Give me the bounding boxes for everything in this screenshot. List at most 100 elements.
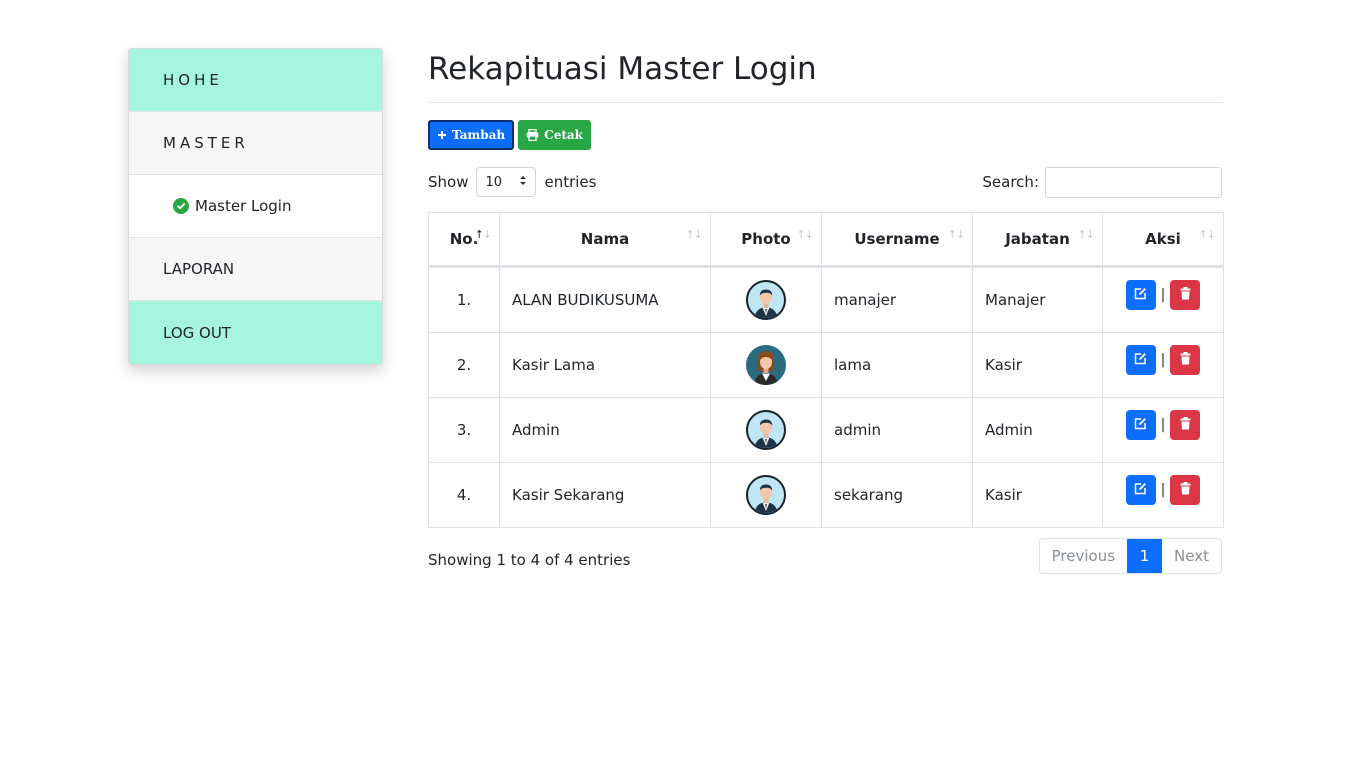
printer-icon: [526, 129, 539, 141]
cell-username: sekarang: [821, 462, 973, 528]
table-row: 2. Kasir Lama lama Kasir |: [428, 332, 1224, 398]
table-row: 1. ALAN BUDIKUSUMA manajer Manajer |: [428, 266, 1224, 333]
previous-button[interactable]: Previous: [1040, 539, 1127, 573]
sort-icon: ↑↓: [796, 228, 814, 241]
cell-username: admin: [821, 397, 973, 463]
edit-icon: [1134, 286, 1147, 304]
female-avatar-icon: [746, 345, 786, 385]
entries-select[interactable]: 10: [476, 167, 537, 197]
edit-button[interactable]: [1125, 280, 1156, 310]
cell-no: 2.: [428, 332, 500, 398]
trash-icon: [1180, 286, 1191, 304]
sidebar-item-home[interactable]: HOHE: [129, 49, 382, 112]
cell-aksi: |: [1102, 266, 1224, 333]
cell-aksi: |: [1102, 397, 1224, 463]
table-header-row: No. ↑↓ Nama ↑↓ Photo ↑↓ Username ↑↓ Jabatan ↑…: [428, 212, 1224, 268]
trash-icon: [1180, 481, 1191, 499]
sort-icon: ↑↓: [685, 228, 703, 241]
column-header-label: Nama: [580, 230, 630, 248]
trash-icon: [1180, 351, 1191, 369]
edit-button[interactable]: [1125, 475, 1156, 505]
entries-select-value: 10: [485, 174, 503, 190]
column-header-jabatan[interactable]: Jabatan ↑↓: [972, 212, 1103, 268]
cell-username: lama: [821, 332, 973, 398]
print-button[interactable]: Cetak: [518, 120, 591, 150]
male-avatar-icon: [746, 410, 786, 450]
page-title: Rekapituasi Master Login: [428, 51, 817, 87]
cell-aksi: |: [1102, 332, 1224, 398]
row-actions: |: [1115, 475, 1211, 505]
table-controls: Show 10 entries Search:: [428, 166, 1222, 198]
action-separator: |: [1160, 287, 1166, 303]
cell-no: 3.: [428, 397, 500, 463]
column-header-username[interactable]: Username ↑↓: [821, 212, 973, 268]
check-circle-icon: [173, 198, 189, 214]
column-header-aksi[interactable]: Aksi ↑↓: [1102, 212, 1224, 268]
main-content: Rekapituasi Master Login Tambah Cetak Sh…: [428, 48, 1224, 574]
cell-jabatan: Kasir: [972, 462, 1103, 528]
entries-label: entries: [544, 173, 597, 191]
length-control: Show 10 entries: [428, 167, 596, 197]
delete-button[interactable]: [1170, 280, 1201, 310]
trash-icon: [1180, 416, 1191, 434]
cell-photo: [710, 397, 822, 463]
sidebar-item-master-login[interactable]: Master Login: [129, 175, 382, 238]
next-button[interactable]: Next: [1162, 539, 1221, 573]
add-button[interactable]: Tambah: [428, 120, 515, 150]
delete-button[interactable]: [1170, 345, 1201, 375]
male-avatar-icon: [746, 280, 786, 320]
cell-photo: [710, 266, 822, 333]
add-button-label: Tambah: [452, 128, 506, 142]
cell-aksi: |: [1102, 462, 1224, 528]
sidebar-item-master[interactable]: MASTER: [129, 112, 382, 175]
column-header-label: Aksi: [1145, 230, 1181, 248]
action-separator: |: [1160, 417, 1166, 433]
sort-icon: ↑↓: [1198, 228, 1216, 241]
search-input[interactable]: [1045, 166, 1222, 198]
edit-icon: [1134, 416, 1147, 434]
sidebar-item-label: LAPORAN: [163, 260, 235, 278]
cell-photo: [710, 462, 822, 528]
row-actions: |: [1115, 345, 1211, 375]
sidebar-item-label: LOG OUT: [163, 323, 231, 342]
cell-photo: [710, 332, 822, 398]
column-header-label: Jabatan: [1005, 230, 1070, 248]
pagination: Previous 1 Next: [1038, 538, 1222, 574]
delete-button[interactable]: [1170, 475, 1201, 505]
show-label: Show: [428, 173, 469, 191]
column-header-label: Photo: [741, 230, 791, 248]
page-button-current[interactable]: 1: [1127, 539, 1163, 573]
table-info: Showing 1 to 4 of 4 entries: [428, 551, 631, 569]
edit-icon: [1134, 481, 1147, 499]
edit-button[interactable]: [1125, 345, 1156, 375]
sidebar-item-label: MASTER: [163, 134, 249, 152]
table-footer: Showing 1 to 4 of 4 entries Previous 1 N…: [428, 538, 1222, 574]
sidebar-item-logout[interactable]: LOG OUT: [129, 301, 382, 364]
column-header-no[interactable]: No. ↑↓: [428, 212, 500, 268]
sort-icon: ↑↓: [947, 228, 965, 241]
plus-icon: [437, 130, 447, 140]
sort-icon: ↑↓: [474, 228, 492, 241]
sort-icon: ↑↓: [1077, 228, 1095, 241]
cell-jabatan: Kasir: [972, 332, 1103, 398]
print-button-label: Cetak: [544, 128, 583, 142]
column-header-nama[interactable]: Nama ↑↓: [499, 212, 711, 268]
edit-icon: [1134, 351, 1147, 369]
cell-jabatan: Admin: [972, 397, 1103, 463]
column-header-label: Username: [854, 230, 940, 248]
cell-no: 4.: [428, 462, 500, 528]
table-row: 4. Kasir Sekarang sekarang Kasir |: [428, 462, 1224, 528]
action-separator: |: [1160, 482, 1166, 498]
cell-nama: Kasir Sekarang: [499, 462, 711, 528]
action-separator: |: [1160, 352, 1166, 368]
delete-button[interactable]: [1170, 410, 1201, 440]
table-row: 3. Admin admin Admin |: [428, 397, 1224, 463]
cell-jabatan: Manajer: [972, 266, 1103, 333]
sidebar-item-laporan[interactable]: LAPORAN: [129, 238, 382, 301]
column-header-photo[interactable]: Photo ↑↓: [710, 212, 822, 268]
sort-caret-icon: [519, 175, 527, 190]
sidebar-item-label: Master Login: [195, 197, 292, 215]
sidebar-item-label: HOHE: [163, 71, 223, 89]
male-avatar-icon: [746, 475, 786, 515]
edit-button[interactable]: [1125, 410, 1156, 440]
